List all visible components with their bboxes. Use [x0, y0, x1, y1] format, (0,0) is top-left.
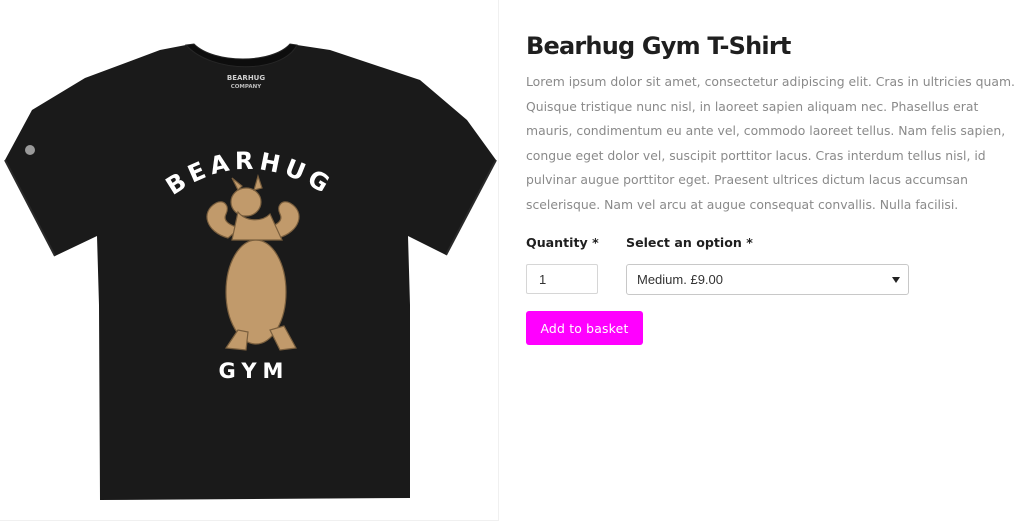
neck-label-bottom: COMPANY [231, 84, 263, 90]
quantity-input[interactable] [526, 264, 598, 294]
selected-option: Medium. £9.00 [637, 272, 723, 287]
product-title: Bearhug Gym T-Shirt [526, 32, 791, 60]
option-label: Select an option * [626, 234, 753, 252]
product-description: Lorem ipsum dolor sit amet, consectetur … [526, 74, 1015, 212]
tshirt-icon: BEARHUG COMPANY BEARHUG GYM [4, 43, 497, 500]
product-image[interactable]: BEARHUG COMPANY BEARHUG GYM [0, 0, 499, 521]
size-select[interactable]: Medium. £9.00 [626, 264, 909, 295]
neck-label-top: BEARHUG [227, 74, 265, 82]
quantity-label: Quantity * [526, 234, 599, 252]
option-label-text: Select an option [626, 235, 742, 250]
required-marker: * [592, 235, 599, 250]
quantity-label-text: Quantity [526, 235, 588, 250]
add-to-basket-button[interactable]: Add to basket [526, 311, 643, 345]
print-bottom-text: GYM [219, 359, 290, 383]
product-page: BEARHUG COMPANY BEARHUG GYM Bearhug Gym … [0, 0, 1024, 526]
product-details: Bearhug Gym T-Shirt Lorem ipsum dolor si… [526, 24, 1024, 345]
required-marker: * [746, 235, 753, 250]
chevron-down-icon [892, 277, 900, 283]
sleeve-button [25, 145, 35, 155]
